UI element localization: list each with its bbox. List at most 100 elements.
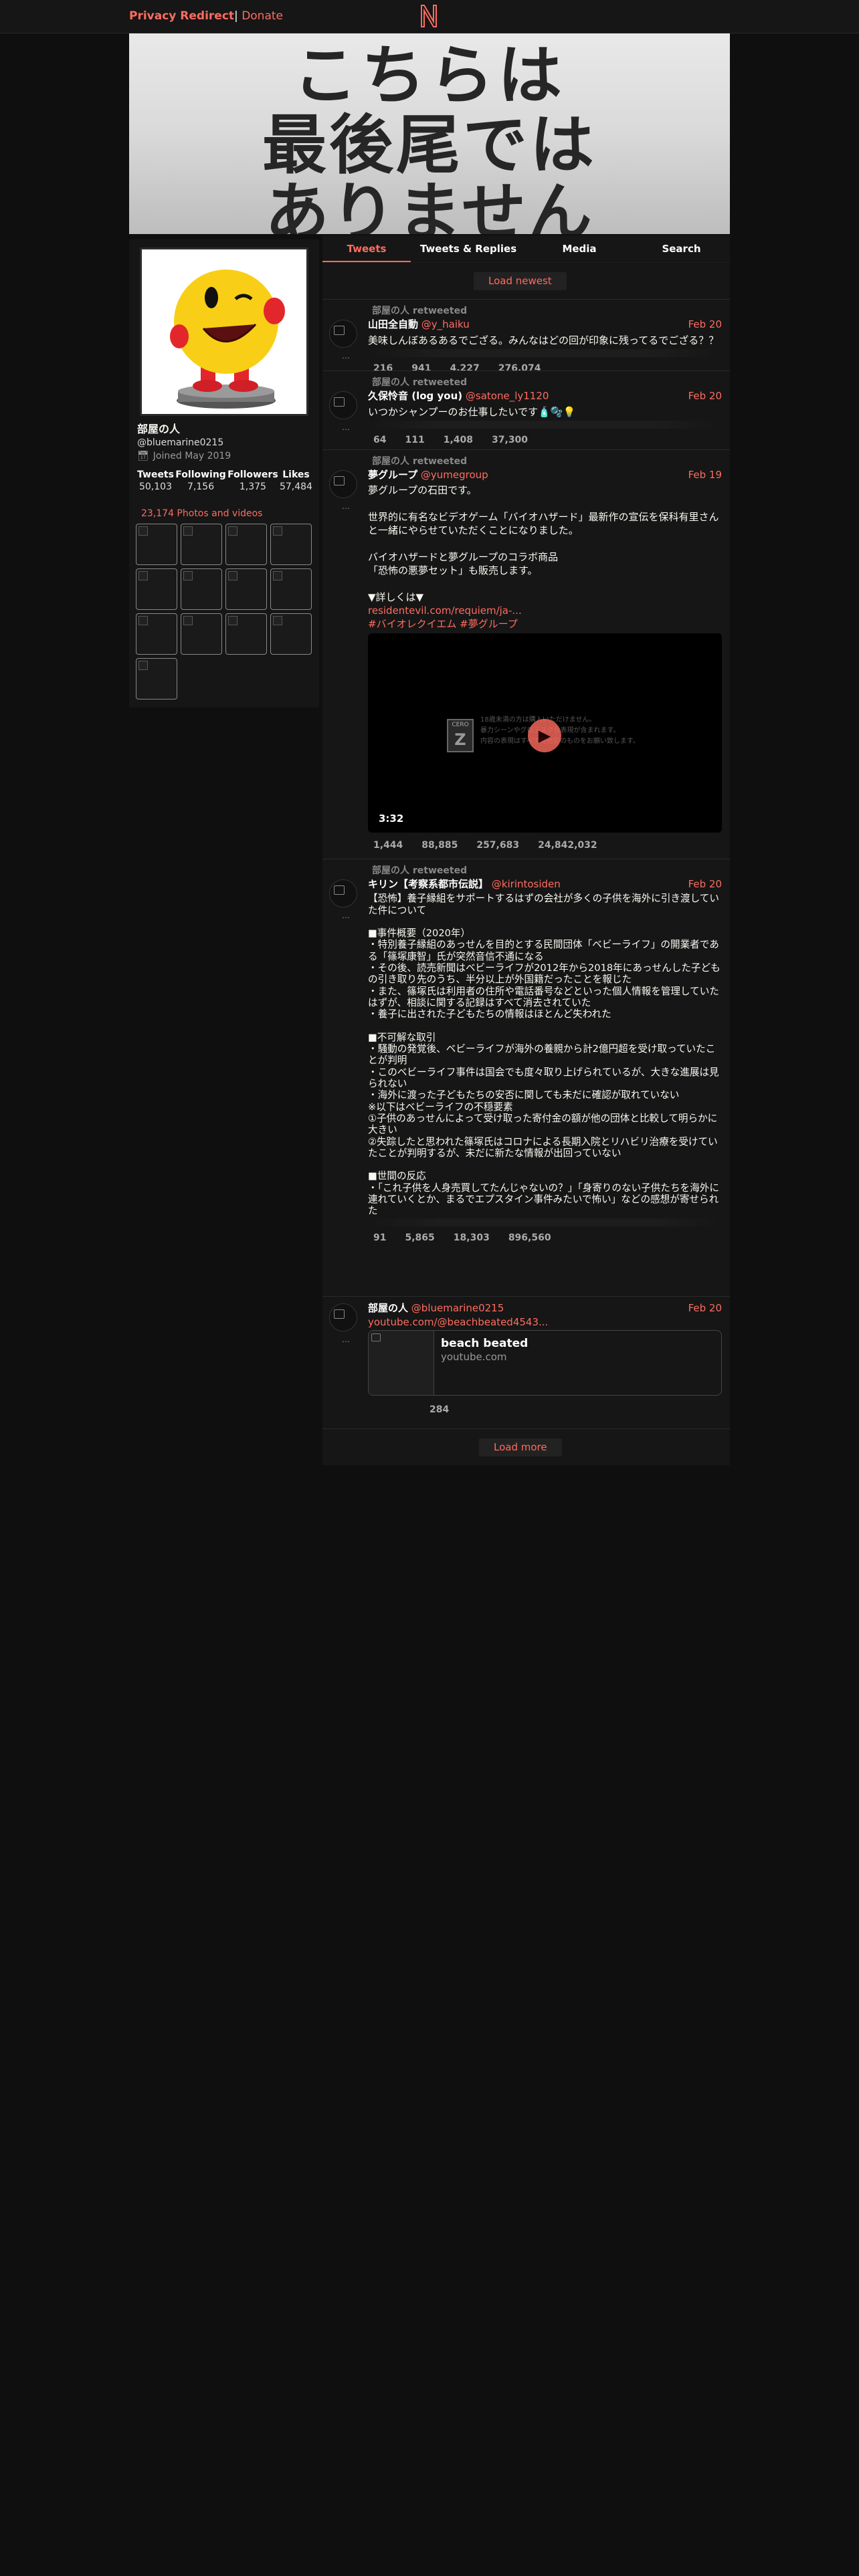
tweet-author-handle[interactable]: @y_haiku bbox=[421, 318, 470, 330]
stat-tweets[interactable]: Tweets 50,103 bbox=[137, 469, 174, 494]
retweet-count[interactable]: 111 bbox=[399, 434, 424, 446]
link-card-wrap: beach beated youtube.com bbox=[368, 1329, 722, 1400]
profile-avatar[interactable] bbox=[140, 247, 308, 416]
tab-media[interactable]: Media bbox=[526, 235, 633, 262]
tweet-item[interactable]: … 部屋の人 retweeted 山田全自動 @y_haiku Feb 20 美… bbox=[322, 299, 730, 374]
nav-separator: | bbox=[234, 9, 238, 23]
media-thumb[interactable] bbox=[270, 613, 312, 655]
video-notice: 暴力シーンやグロテスクな表現が含まれます。 bbox=[480, 726, 681, 736]
tab-tweets[interactable]: Tweets bbox=[322, 235, 411, 262]
tweet-author-handle[interactable]: @satone_ly1120 bbox=[466, 390, 549, 402]
tab-tweets-replies[interactable]: Tweets & Replies bbox=[411, 235, 526, 262]
media-thumb[interactable] bbox=[136, 613, 177, 655]
tweet-item[interactable]: … 部屋の人 retweeted 夢グループ @yumegroup Feb 19… bbox=[322, 449, 730, 859]
play-icon[interactable]: ▶ bbox=[528, 719, 561, 753]
view-count: 24,842,032 bbox=[533, 839, 597, 851]
stat-likes[interactable]: Likes 57,484 bbox=[280, 469, 312, 494]
retweeted-by[interactable]: 部屋の人 retweeted bbox=[372, 456, 467, 467]
like-count[interactable]: 18,303 bbox=[448, 1232, 490, 1244]
retweet-header: 部屋の人 retweeted bbox=[368, 377, 722, 389]
media-thumb[interactable] bbox=[181, 613, 222, 655]
link-card[interactable]: beach beated youtube.com bbox=[368, 1329, 722, 1396]
profile-handle[interactable]: @bluemarine0215 bbox=[137, 437, 223, 449]
more-dots: … bbox=[342, 423, 350, 432]
media-thumb[interactable] bbox=[225, 613, 267, 655]
tweet-stats: 1,444 88,885 257,683 24,842,032 bbox=[368, 839, 722, 851]
stat-label: Followers bbox=[227, 469, 278, 480]
more-dots: … bbox=[342, 911, 350, 920]
media-thumb[interactable] bbox=[136, 658, 177, 700]
tweet-author-name[interactable]: 山田全自動 bbox=[368, 318, 418, 330]
media-thumb[interactable] bbox=[225, 568, 267, 610]
tweet-author-handle[interactable]: @yumegroup bbox=[421, 469, 488, 481]
reply-count[interactable] bbox=[368, 1404, 373, 1416]
retweeted-by[interactable]: 部屋の人 retweeted bbox=[372, 306, 467, 316]
tweet-link[interactable]: residentevil.com/requiem/ja-... bbox=[368, 605, 522, 617]
photos-videos-link[interactable]: 23,174 Photos and videos bbox=[137, 508, 262, 520]
tweet-author-name[interactable]: 部屋の人 bbox=[368, 1302, 408, 1314]
tweet-item[interactable]: … 部屋の人 retweeted 久保怜音 (log you) @satone_… bbox=[322, 370, 730, 449]
tweet-header: 久保怜音 (log you) @satone_ly1120 Feb 20 bbox=[368, 390, 722, 403]
like-count[interactable]: 257,683 bbox=[471, 839, 519, 851]
retweet-count[interactable] bbox=[387, 1404, 392, 1416]
profile-banner[interactable]: こちらは 最後尾では ありません bbox=[129, 33, 730, 234]
tweet-avatar[interactable] bbox=[329, 879, 357, 907]
reply-count[interactable]: 1,444 bbox=[368, 839, 403, 851]
video-duration: 3:32 bbox=[379, 813, 404, 825]
tweet-link[interactable]: youtube.com/@beachbeated4543... bbox=[368, 1316, 548, 1328]
tab-search[interactable]: Search bbox=[633, 235, 730, 262]
media-thumb[interactable] bbox=[181, 524, 222, 565]
retweet-count[interactable]: 5,865 bbox=[399, 1232, 434, 1244]
tweet-avatar[interactable] bbox=[329, 391, 357, 419]
video-player[interactable]: CEROZ 18歳未満の方は購入いただけません。 暴力シーンやグロテスクな表現が… bbox=[368, 633, 722, 833]
tweet-item[interactable]: … 部屋の人 @bluemarine0215 Feb 20 youtube.co… bbox=[322, 1296, 730, 1428]
tweet-hashtags[interactable]: #バイオレクイエム #夢グループ bbox=[368, 617, 722, 631]
video-notice: 18歳未満の方は購入いただけません。 bbox=[480, 715, 681, 726]
load-more-button[interactable]: Load more bbox=[479, 1438, 562, 1457]
reply-count[interactable]: 91 bbox=[368, 1232, 386, 1244]
like-value: 1,408 bbox=[443, 435, 474, 446]
tweet-date[interactable]: Feb 20 bbox=[688, 1302, 722, 1315]
tweet-text: 【恐怖】養子縁組をサポートするはずの会社が多くの子供を海外に引き渡していた件につ… bbox=[368, 893, 721, 1217]
tweet-author-handle[interactable]: @kirintosiden bbox=[492, 878, 561, 890]
donate-link[interactable]: Donate bbox=[242, 9, 283, 23]
tweet-avatar[interactable] bbox=[329, 470, 357, 498]
retweet-header: 部屋の人 retweeted bbox=[368, 305, 722, 317]
tweet-author-name[interactable]: 夢グループ bbox=[368, 469, 417, 481]
media-thumb[interactable] bbox=[136, 524, 177, 565]
tweet-author-name[interactable]: キリン【考察系都市伝説】 bbox=[368, 878, 488, 890]
scroll-top-icon[interactable] bbox=[322, 1465, 730, 1481]
load-more-row: Load more bbox=[322, 1428, 730, 1465]
like-count[interactable] bbox=[405, 1404, 411, 1416]
tweet-date[interactable]: Feb 20 bbox=[688, 390, 722, 403]
tweet-text: いつかシャンプーのお仕事したいです🧴🫧💡 bbox=[368, 406, 576, 419]
like-count[interactable]: 1,408 bbox=[438, 434, 473, 446]
stat-label: Likes bbox=[282, 469, 310, 480]
tweet-author-name[interactable]: 久保怜音 (log you) bbox=[368, 390, 462, 402]
tweet-date[interactable]: Feb 20 bbox=[688, 878, 722, 891]
nitter-logo-icon[interactable] bbox=[419, 4, 439, 28]
tweet-date[interactable]: Feb 20 bbox=[688, 318, 722, 332]
stat-following[interactable]: Following 7,156 bbox=[175, 469, 226, 494]
media-thumb[interactable] bbox=[225, 524, 267, 565]
media-thumb[interactable] bbox=[270, 568, 312, 610]
tweet-avatar[interactable] bbox=[329, 320, 357, 348]
load-newest-button[interactable]: Load newest bbox=[474, 272, 567, 290]
reply-count[interactable]: 64 bbox=[368, 434, 386, 446]
retweeted-by[interactable]: 部屋の人 retweeted bbox=[372, 377, 467, 388]
stat-followers[interactable]: Followers 1,375 bbox=[227, 469, 278, 494]
media-thumb[interactable] bbox=[136, 568, 177, 610]
view-value: 284 bbox=[430, 1404, 450, 1415]
media-thumb[interactable] bbox=[270, 524, 312, 565]
tweet-avatar[interactable] bbox=[329, 1303, 357, 1331]
tweet-author-handle[interactable]: @bluemarine0215 bbox=[411, 1302, 504, 1314]
top-navbar: Privacy Redirect| Donate bbox=[0, 0, 859, 33]
calendar-icon: 📅︎ bbox=[137, 451, 149, 461]
tweet-date[interactable]: Feb 19 bbox=[688, 469, 722, 482]
media-thumb[interactable] bbox=[181, 568, 222, 610]
retweet-value: 111 bbox=[405, 435, 425, 446]
retweeted-by[interactable]: 部屋の人 retweeted bbox=[372, 865, 467, 876]
tweet-item[interactable]: … 部屋の人 retweeted キリン【考察系都市伝説】 @kirintosi… bbox=[322, 859, 730, 1296]
retweet-count[interactable]: 88,885 bbox=[416, 839, 458, 851]
privacy-redirect-link[interactable]: Privacy Redirect bbox=[129, 9, 234, 23]
